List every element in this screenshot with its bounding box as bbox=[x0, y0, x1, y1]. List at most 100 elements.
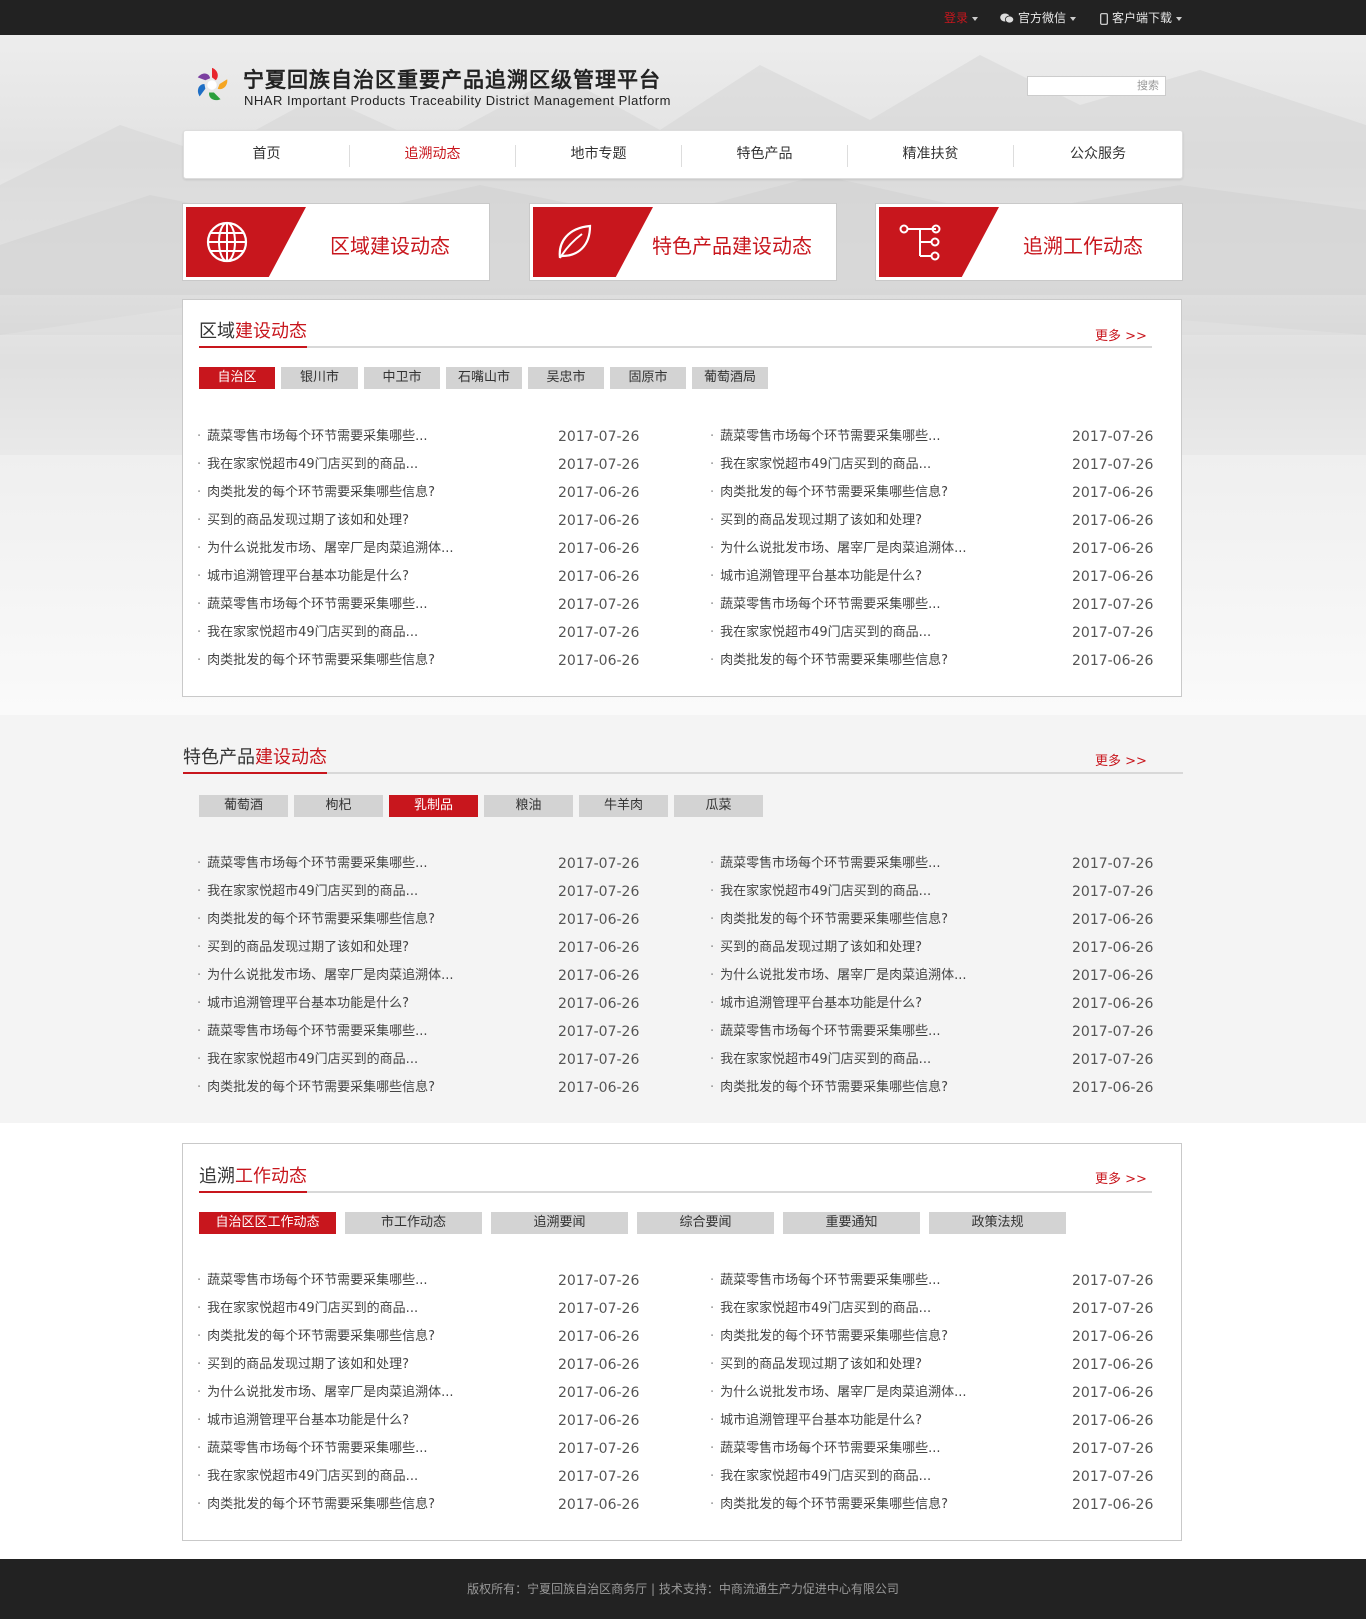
list-item[interactable]: · 买到的商品发现过期了该如和处理? bbox=[710, 1355, 922, 1375]
list-item[interactable]: · 蔬菜零售市场每个环节需要采集哪些... bbox=[710, 427, 941, 447]
platform-logo bbox=[197, 67, 228, 101]
tab-1-4[interactable]: 牛羊肉 bbox=[579, 795, 668, 817]
list-item[interactable]: · 肉类批发的每个环节需要采集哪些信息? bbox=[710, 483, 948, 503]
list-item[interactable]: · 我在家家悦超市49门店买到的商品... bbox=[710, 882, 931, 902]
list-item[interactable]: · 我在家家悦超市49门店买到的商品... bbox=[197, 1299, 418, 1319]
tab-1-5[interactable]: 瓜菜 bbox=[674, 795, 763, 817]
list-item[interactable]: · 蔬菜零售市场每个环节需要采集哪些... bbox=[197, 1022, 428, 1042]
list-item[interactable]: · 蔬菜零售市场每个环节需要采集哪些... bbox=[710, 1271, 941, 1291]
list-item[interactable]: · 肉类批发的每个环节需要采集哪些信息? bbox=[197, 910, 435, 930]
list-item[interactable]: · 为什么说批发市场、屠宰厂是肉菜追溯体... bbox=[710, 1383, 967, 1403]
list-item[interactable]: · 城市追溯管理平台基本功能是什么? bbox=[710, 994, 922, 1014]
list-item[interactable]: · 我在家家悦超市49门店买到的商品... bbox=[197, 882, 418, 902]
list-item[interactable]: · 肉类批发的每个环节需要采集哪些信息? bbox=[197, 1327, 435, 1347]
list-item-date: 2017-07-26 bbox=[1072, 1469, 1154, 1485]
list-item[interactable]: · 城市追溯管理平台基本功能是什么? bbox=[710, 1411, 922, 1431]
tab-2-3[interactable]: 综合要闻 bbox=[637, 1212, 774, 1234]
list-item[interactable]: · 蔬菜零售市场每个环节需要采集哪些... bbox=[710, 595, 941, 615]
tab-1-2[interactable]: 乳制品 bbox=[389, 795, 478, 817]
tab-0-2[interactable]: 中卫市 bbox=[364, 367, 440, 389]
list-item[interactable]: · 我在家家悦超市49门店买到的商品... bbox=[197, 455, 418, 475]
list-item[interactable]: · 城市追溯管理平台基本功能是什么? bbox=[710, 567, 922, 587]
tab-1-0[interactable]: 葡萄酒 bbox=[199, 795, 288, 817]
list-item[interactable]: · 我在家家悦超市49门店买到的商品... bbox=[710, 1050, 931, 1070]
list-item[interactable]: · 我在家家悦超市49门店买到的商品... bbox=[197, 1050, 418, 1070]
tab-2-4[interactable]: 重要通知 bbox=[783, 1212, 920, 1234]
nav-item-home[interactable]: 首页 bbox=[184, 131, 349, 178]
list-item[interactable]: · 我在家家悦超市49门店买到的商品... bbox=[710, 1467, 931, 1487]
list-item[interactable]: · 我在家家悦超市49门店买到的商品... bbox=[197, 623, 418, 643]
tab-0-0[interactable]: 自治区 bbox=[199, 367, 275, 389]
list-item[interactable]: · 肉类批发的每个环节需要采集哪些信息? bbox=[710, 651, 948, 671]
list-item[interactable]: · 肉类批发的每个环节需要采集哪些信息? bbox=[710, 1495, 948, 1515]
tab-0-6[interactable]: 葡萄酒局 bbox=[692, 367, 768, 389]
tab-0-3[interactable]: 石嘴山市 bbox=[446, 367, 522, 389]
list-item[interactable]: · 蔬菜零售市场每个环节需要采集哪些... bbox=[710, 1439, 941, 1459]
list-item[interactable]: · 买到的商品发现过期了该如和处理? bbox=[710, 938, 922, 958]
list-item[interactable]: · 肉类批发的每个环节需要采集哪些信息? bbox=[710, 1327, 948, 1347]
list-item[interactable]: · 肉类批发的每个环节需要采集哪些信息? bbox=[710, 910, 948, 930]
more-link[interactable]: 更多 >> bbox=[1095, 325, 1147, 344]
list-item[interactable]: · 蔬菜零售市场每个环节需要采集哪些... bbox=[710, 1022, 941, 1042]
tab-2-0[interactable]: 自治区区工作动态 bbox=[199, 1212, 336, 1234]
list-item[interactable]: · 为什么说批发市场、屠宰厂是肉菜追溯体... bbox=[710, 539, 967, 559]
list-item[interactable]: · 买到的商品发现过期了该如和处理? bbox=[197, 938, 409, 958]
list-item-date: 2017-06-26 bbox=[1072, 653, 1154, 669]
list-item-date: 2017-06-26 bbox=[1072, 912, 1154, 928]
tab-2-1[interactable]: 市工作动态 bbox=[345, 1212, 482, 1234]
list-item[interactable]: · 肉类批发的每个环节需要采集哪些信息? bbox=[710, 1078, 948, 1098]
list-item[interactable]: · 为什么说批发市场、屠宰厂是肉菜追溯体... bbox=[197, 966, 454, 986]
list-item-date: 2017-07-26 bbox=[558, 856, 640, 872]
search-input[interactable]: 搜索 bbox=[1027, 76, 1166, 96]
tab-2-5[interactable]: 政策法规 bbox=[929, 1212, 1066, 1234]
nav-item-featured-products[interactable]: 特色产品 bbox=[682, 131, 847, 178]
list-item[interactable]: · 买到的商品发现过期了该如和处理? bbox=[197, 511, 409, 531]
list-item[interactable]: · 买到的商品发现过期了该如和处理? bbox=[710, 511, 922, 531]
list-item[interactable]: · 我在家家悦超市49门店买到的商品... bbox=[197, 1467, 418, 1487]
wechat-link[interactable]: 官方微信 bbox=[1000, 10, 1077, 26]
list-item[interactable]: · 肉类批发的每个环节需要采集哪些信息? bbox=[197, 651, 435, 671]
download-link[interactable]: 客户端下载 bbox=[1100, 10, 1183, 26]
card-trace-work[interactable]: 追溯工作动态 bbox=[875, 203, 1183, 281]
more-link[interactable]: 更多 >> bbox=[1095, 750, 1147, 769]
nav-item-city-topics[interactable]: 地市专题 bbox=[516, 131, 681, 178]
list-item[interactable]: · 肉类批发的每个环节需要采集哪些信息? bbox=[197, 1495, 435, 1515]
list-item[interactable]: · 城市追溯管理平台基本功能是什么? bbox=[197, 567, 409, 587]
list-item[interactable]: · 城市追溯管理平台基本功能是什么? bbox=[197, 994, 409, 1014]
list-item[interactable]: · 为什么说批发市场、屠宰厂是肉菜追溯体... bbox=[197, 539, 454, 559]
list-item-title: 我在家家悦超市49门店买到的商品... bbox=[207, 457, 419, 472]
list-item-title: 肉类批发的每个环节需要采集哪些信息? bbox=[207, 912, 436, 927]
card-region-construction[interactable]: 区域建设动态 bbox=[182, 203, 490, 281]
tab-1-3[interactable]: 粮油 bbox=[484, 795, 573, 817]
tab-0-5[interactable]: 固原市 bbox=[610, 367, 686, 389]
list-item[interactable]: · 蔬菜零售市场每个环节需要采集哪些... bbox=[710, 854, 941, 874]
list-item[interactable]: · 肉类批发的每个环节需要采集哪些信息? bbox=[197, 1078, 435, 1098]
list-item[interactable]: · 我在家家悦超市49门店买到的商品... bbox=[710, 1299, 931, 1319]
list-item[interactable]: · 肉类批发的每个环节需要采集哪些信息? bbox=[197, 483, 435, 503]
list-item[interactable]: · 为什么说批发市场、屠宰厂是肉菜追溯体... bbox=[710, 966, 967, 986]
nav-item-poverty-relief[interactable]: 精准扶贫 bbox=[848, 131, 1013, 178]
list-item-title: 肉类批发的每个环节需要采集哪些信息? bbox=[720, 912, 949, 927]
list-item[interactable]: · 蔬菜零售市场每个环节需要采集哪些... bbox=[197, 427, 428, 447]
list-item[interactable]: · 我在家家悦超市49门店买到的商品... bbox=[710, 455, 931, 475]
list-item[interactable]: · 蔬菜零售市场每个环节需要采集哪些... bbox=[197, 854, 428, 874]
list-item[interactable]: · 城市追溯管理平台基本功能是什么? bbox=[197, 1411, 409, 1431]
more-link[interactable]: 更多 >> bbox=[1095, 1168, 1147, 1187]
login-link[interactable]: 登录 bbox=[944, 10, 979, 26]
nav-item-public-service[interactable]: 公众服务 bbox=[1014, 131, 1182, 178]
top-bar: 登录 官方微信 客户端下载 bbox=[0, 0, 1366, 35]
tab-2-2[interactable]: 追溯要闻 bbox=[491, 1212, 628, 1234]
card-featured-products[interactable]: 特色产品建设动态 bbox=[529, 203, 837, 281]
list-item[interactable]: · 我在家家悦超市49门店买到的商品... bbox=[710, 623, 931, 643]
tab-0-1[interactable]: 银川市 bbox=[281, 367, 358, 389]
list-item-title: 蔬菜零售市场每个环节需要采集哪些... bbox=[207, 429, 428, 444]
list-item[interactable]: · 蔬菜零售市场每个环节需要采集哪些... bbox=[197, 595, 428, 615]
nav-item-trace-news[interactable]: 追溯动态 bbox=[350, 131, 515, 178]
list-item[interactable]: · 蔬菜零售市场每个环节需要采集哪些... bbox=[197, 1439, 428, 1459]
tab-0-4[interactable]: 吴忠市 bbox=[528, 367, 604, 389]
tab-1-1[interactable]: 枸杞 bbox=[294, 795, 383, 817]
list-item[interactable]: · 蔬菜零售市场每个环节需要采集哪些... bbox=[197, 1271, 428, 1291]
list-item[interactable]: · 为什么说批发市场、屠宰厂是肉菜追溯体... bbox=[197, 1383, 454, 1403]
list-item[interactable]: · 买到的商品发现过期了该如和处理? bbox=[197, 1355, 409, 1375]
list-item-date: 2017-06-26 bbox=[1072, 1357, 1154, 1373]
